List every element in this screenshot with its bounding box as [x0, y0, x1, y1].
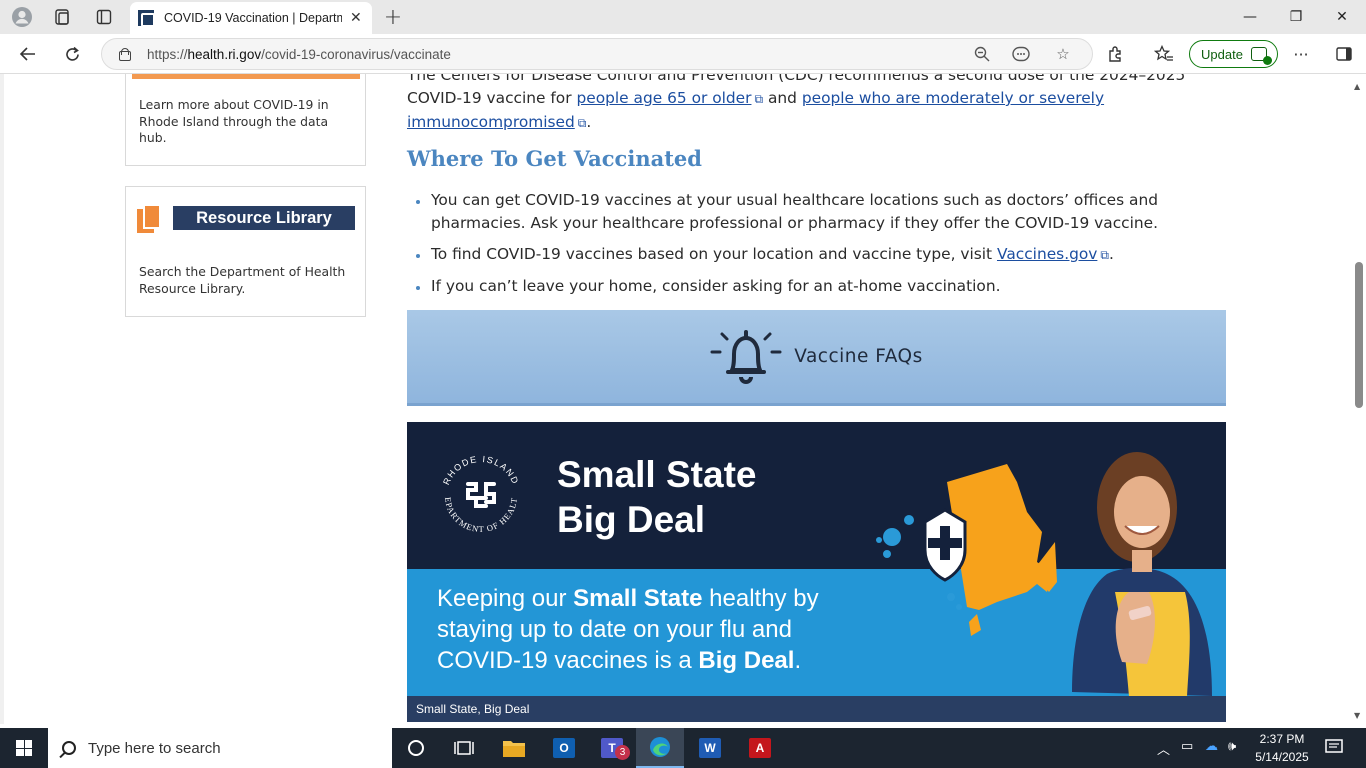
cdc-recommendation-paragraph: The Centers for Disease Control and Prev… — [407, 74, 1207, 135]
start-button[interactable] — [0, 728, 48, 768]
volume-icon[interactable]: 🕪 — [1228, 739, 1236, 754]
banner-illustration — [876, 452, 1212, 696]
zoom-out-icon[interactable] — [970, 42, 994, 66]
notifications-icon[interactable] — [1325, 739, 1343, 759]
period-text: . — [586, 113, 592, 131]
battery-icon[interactable]: ▭ — [1181, 739, 1193, 754]
sidebar-toggle-icon[interactable] — [1330, 42, 1358, 66]
close-window-icon[interactable]: ✕ — [1319, 0, 1365, 34]
banner-body-line2: staying up to date on your flu and — [437, 616, 792, 643]
windows-taskbar: Type here to search O T 3 W A ︿ ▭ ☁ 🕪 2:… — [0, 728, 1366, 768]
intro-text-2: COVID-19 vaccine for — [407, 89, 572, 107]
task-view-icon[interactable] — [440, 728, 488, 768]
windows-logo-icon — [16, 740, 32, 756]
scroll-down-arrow-icon[interactable]: ▼ — [1354, 711, 1360, 720]
banner-body: Keeping our Small State healthy by stayi… — [437, 583, 819, 676]
minimize-icon[interactable]: — — [1227, 0, 1273, 34]
url-text[interactable]: https://health.ri.gov/covid-19-coronavir… — [147, 47, 451, 62]
where-to-get-vaccinated-heading: Where To Get Vaccinated — [407, 146, 702, 171]
banner-body-line3: COVID-19 vaccines is a Big Deal. — [437, 647, 802, 674]
edge-icon[interactable] — [636, 728, 684, 768]
documents-icon — [137, 204, 163, 236]
update-label: Update — [1201, 46, 1243, 62]
time-text: 2:37 PM — [1259, 732, 1305, 746]
banner-title-line2: Big Deal — [557, 499, 706, 540]
vaccine-faqs-button[interactable]: Vaccine FAQs — [407, 310, 1226, 406]
acrobat-icon[interactable]: A — [736, 728, 784, 768]
banner-caption: Small State, Big Deal — [407, 696, 1226, 722]
restore-icon[interactable]: ❐ — [1273, 0, 1319, 34]
vaccine-faqs-label: Vaccine FAQs — [794, 346, 923, 367]
resource-library-card[interactable]: Resource Library Search the Department o… — [125, 186, 366, 317]
data-hub-text: Learn more about COVID-19 in Rhode Islan… — [139, 97, 329, 145]
svg-text:RHODE ISLAND: RHODE ISLAND — [441, 454, 521, 486]
refresh-icon[interactable] — [58, 41, 86, 67]
close-tab-icon[interactable]: ✕ — [350, 10, 362, 26]
search-icon — [62, 741, 76, 755]
bell-icon — [710, 329, 782, 384]
resource-library-banner[interactable]: Resource Library — [173, 206, 355, 230]
word-icon[interactable]: W — [686, 728, 734, 768]
list-item: To find COVID-19 vaccines based on your … — [416, 243, 1201, 267]
card-accent-bar — [132, 74, 360, 79]
read-aloud-icon[interactable] — [1009, 42, 1033, 66]
address-toolbar: https://health.ri.gov/covid-19-coronavir… — [0, 34, 1366, 74]
teams-icon[interactable]: T 3 — [588, 728, 636, 768]
workspaces-icon[interactable] — [48, 5, 76, 29]
update-icon — [1250, 47, 1272, 65]
list-item: If you can’t leave your home, consider a… — [416, 275, 1201, 298]
taskbar-clock[interactable]: 2:37 PM 5/14/2025 — [1244, 730, 1320, 766]
back-arrow-icon[interactable] — [14, 41, 42, 67]
teams-badge: 3 — [615, 745, 630, 760]
banner-body-line1: Keeping our Small State healthy by — [437, 585, 819, 612]
list-item: You can get COVID-19 vaccines at your us… — [416, 189, 1201, 235]
show-hidden-icons-chevron-icon[interactable]: ︿ — [1157, 739, 1170, 758]
data-hub-card[interactable]: Learn more about COVID-19 in Rhode Islan… — [125, 74, 366, 166]
scroll-up-arrow-icon[interactable]: ▲ — [1354, 82, 1360, 91]
update-button[interactable]: Update — [1189, 40, 1278, 68]
file-explorer-icon[interactable] — [490, 728, 538, 768]
intro-text: The Centers for Disease Control and Prev… — [407, 74, 1186, 84]
lock-icon[interactable] — [118, 47, 131, 61]
page-scrollbar[interactable]: ▲ ▼ — [1350, 74, 1366, 724]
page-viewport: Learn more about COVID-19 in Rhode Islan… — [0, 74, 1366, 724]
onedrive-cloud-icon[interactable]: ☁ — [1205, 739, 1218, 754]
favorite-star-icon[interactable]: ☆ — [1051, 42, 1075, 66]
ri-health-favicon-icon — [138, 10, 155, 27]
outlook-icon[interactable]: O — [540, 728, 588, 768]
tab-active[interactable]: COVID-19 Vaccination | Departme ✕ — [130, 2, 372, 34]
more-menu-icon[interactable]: ··· — [1287, 42, 1315, 66]
ri-health-seal-logo: RHODE ISLAND DEPARTMENT OF HEALTH — [435, 450, 521, 534]
favorites-icon[interactable] — [1150, 42, 1178, 66]
search-placeholder: Type here to search — [88, 739, 221, 757]
small-state-big-deal-banner: RHODE ISLAND DEPARTMENT OF HEALTH Small … — [407, 422, 1226, 696]
vaccine-location-list: You can get COVID-19 vaccines at your us… — [416, 189, 1201, 306]
banner-title: Small State Big Deal — [557, 452, 756, 542]
age-65-link[interactable]: people age 65 or older ⧉ — [576, 89, 763, 107]
external-link-icon: ⧉ — [754, 92, 764, 106]
extensions-icon[interactable] — [1102, 42, 1130, 66]
url-field[interactable]: https://health.ri.gov/covid-19-coronavir… — [101, 38, 1093, 70]
taskbar-search-field[interactable]: Type here to search — [48, 728, 392, 768]
and-text: and — [767, 89, 797, 107]
cortana-icon[interactable] — [392, 728, 440, 768]
resource-library-text: Search the Department of Health Resource… — [139, 264, 346, 296]
tab-actions-icon[interactable] — [90, 5, 118, 29]
banner-title-line1: Small State — [557, 454, 757, 495]
vaccines-gov-link[interactable]: Vaccines.gov ⧉ — [997, 245, 1109, 263]
smiling-person-photo — [1072, 452, 1212, 696]
profile-icon[interactable] — [8, 5, 36, 29]
external-link-icon: ⧉ — [1100, 248, 1109, 262]
date-text: 5/14/2025 — [1255, 750, 1309, 764]
tab-title: COVID-19 Vaccination | Departme — [164, 11, 342, 25]
tab-bar: COVID-19 Vaccination | Departme ✕ + — ❐ … — [0, 0, 1366, 34]
new-tab-icon[interactable]: + — [380, 5, 406, 30]
scroll-thumb[interactable] — [1355, 262, 1363, 408]
